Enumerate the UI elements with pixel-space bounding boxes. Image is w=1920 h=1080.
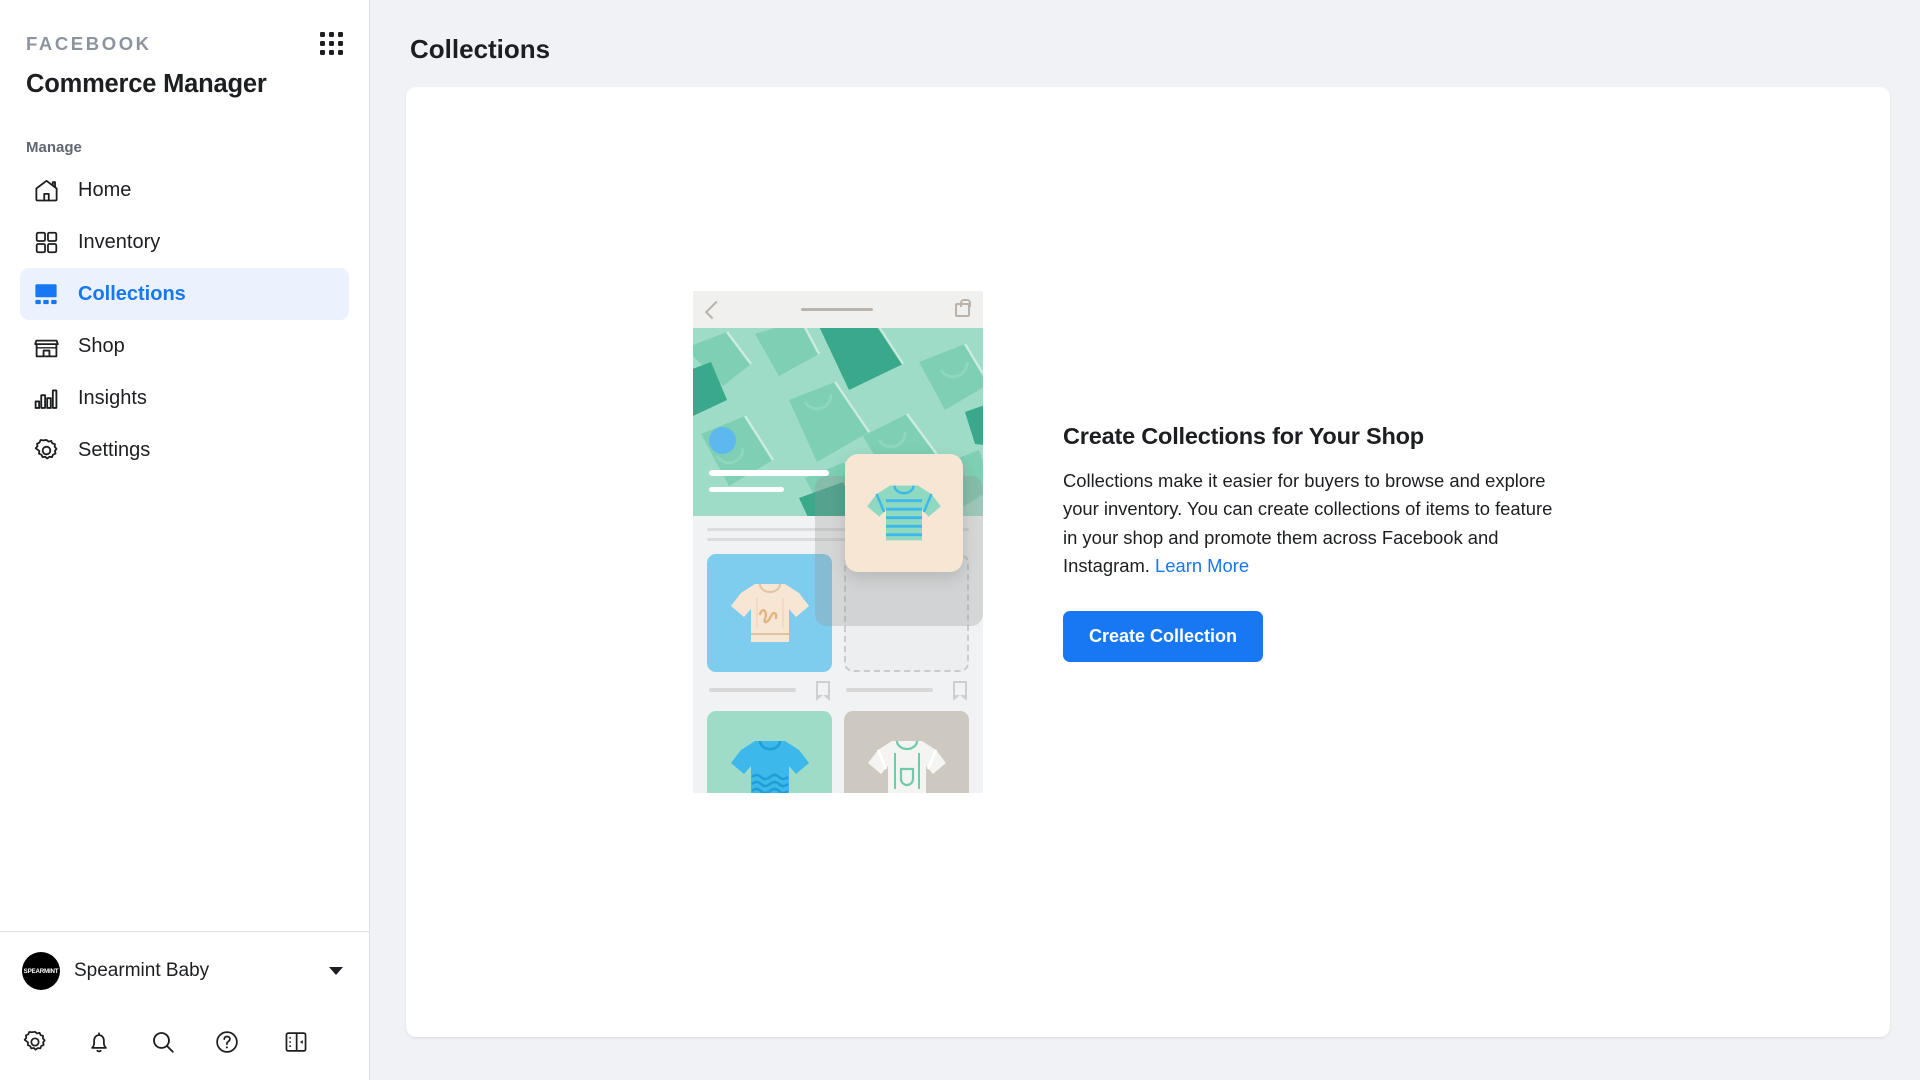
sidebar-item-shop[interactable]: Shop bbox=[20, 320, 349, 372]
settings-gear-icon bbox=[31, 435, 61, 465]
avatar: SPEARMINT bbox=[22, 952, 60, 990]
caption-line bbox=[846, 688, 934, 692]
product-cell bbox=[707, 711, 832, 793]
product-tile-blue-tshirt bbox=[707, 711, 832, 793]
caption-line bbox=[709, 688, 797, 692]
hero-title-bar bbox=[709, 470, 829, 476]
product-caption bbox=[707, 672, 832, 701]
chevron-down-icon[interactable] bbox=[329, 967, 343, 975]
phone-top-bar bbox=[693, 291, 983, 328]
sidebar-item-collections[interactable]: Collections bbox=[20, 268, 349, 320]
sidebar-nav: Home Inventory Collections Shop Insights… bbox=[0, 164, 369, 476]
create-collection-button[interactable]: Create Collection bbox=[1063, 610, 1264, 662]
home-icon bbox=[31, 175, 61, 205]
product-tile-cream-tshirt bbox=[707, 554, 832, 672]
collections-icon bbox=[31, 279, 61, 309]
bookmark-icon[interactable] bbox=[816, 681, 830, 701]
page-title: Collections bbox=[410, 34, 551, 64]
brand-row: FACEBOOK bbox=[26, 32, 343, 55]
product-caption bbox=[844, 672, 969, 701]
shop-icon bbox=[31, 331, 61, 361]
sidebar-item-insights[interactable]: Insights bbox=[20, 372, 349, 424]
sidebar-item-label: Shop bbox=[78, 334, 125, 357]
back-chevron-icon bbox=[704, 300, 724, 319]
sidebar-item-inventory[interactable]: Inventory bbox=[20, 216, 349, 268]
product-cell bbox=[707, 554, 832, 701]
account-switcher[interactable]: SPEARMINT Spearmint Baby bbox=[22, 932, 347, 1010]
inventory-icon bbox=[31, 227, 61, 257]
gear-icon[interactable] bbox=[22, 1029, 86, 1055]
sidebar-item-settings[interactable]: Settings bbox=[20, 424, 349, 476]
app-title: Commerce Manager bbox=[26, 70, 267, 98]
hero-subtitle-bar bbox=[709, 487, 784, 492]
sidebar-header: FACEBOOK Commerce Manager bbox=[0, 0, 369, 99]
bookmark-icon[interactable] bbox=[953, 681, 967, 701]
insights-icon bbox=[31, 383, 61, 413]
empty-state-wrap: Create Collections for Your Shop Collect… bbox=[693, 291, 1563, 793]
nav-section-label: Manage bbox=[26, 139, 82, 156]
learn-more-link[interactable]: Learn More bbox=[1155, 555, 1249, 576]
product-cell bbox=[844, 711, 969, 793]
collapse-panel-icon[interactable] bbox=[283, 1029, 347, 1055]
sidebar-item-home[interactable]: Home bbox=[20, 164, 349, 216]
product-tile-white-tshirt bbox=[844, 711, 969, 793]
empty-state-body-text: Collections make it easier for buyers to… bbox=[1063, 469, 1553, 577]
title-placeholder-bar bbox=[801, 308, 873, 311]
empty-state-copy: Create Collections for Your Shop Collect… bbox=[1063, 423, 1563, 662]
empty-state-heading: Create Collections for Your Shop bbox=[1063, 422, 1424, 449]
help-circle-icon[interactable] bbox=[214, 1029, 278, 1055]
sidebar-item-label: Home bbox=[78, 178, 132, 201]
facebook-wordmark: FACEBOOK bbox=[26, 32, 152, 54]
footer-icon-bar bbox=[22, 1010, 347, 1080]
empty-state-body: Collections make it easier for buyers to… bbox=[1063, 467, 1563, 581]
dragged-collection-card[interactable] bbox=[845, 454, 963, 572]
empty-state-card: Create Collections for Your Shop Collect… bbox=[406, 87, 1890, 1037]
shopping-bag-icon bbox=[955, 298, 971, 317]
sidebar-item-label: Insights bbox=[78, 386, 147, 409]
grid-apps-icon[interactable] bbox=[320, 32, 343, 55]
sidebar: FACEBOOK Commerce Manager Manage Home In… bbox=[0, 0, 370, 1080]
avatar-label: SPEARMINT bbox=[23, 967, 59, 975]
search-icon[interactable] bbox=[150, 1029, 214, 1055]
sidebar-item-label: Inventory bbox=[78, 230, 161, 253]
app-root: FACEBOOK Commerce Manager Manage Home In… bbox=[0, 0, 1920, 1080]
collections-drag-drop-illustration bbox=[693, 291, 983, 793]
sidebar-item-label: Collections bbox=[78, 282, 186, 305]
bell-icon[interactable] bbox=[86, 1029, 150, 1055]
account-name: Spearmint Baby bbox=[74, 960, 210, 981]
main-content: Collections Create Collections for Your … bbox=[370, 0, 1920, 1080]
sidebar-item-label: Settings bbox=[78, 438, 151, 461]
sidebar-footer: SPEARMINT Spearmint Baby bbox=[0, 931, 369, 1080]
hero-avatar-dot bbox=[709, 427, 736, 454]
